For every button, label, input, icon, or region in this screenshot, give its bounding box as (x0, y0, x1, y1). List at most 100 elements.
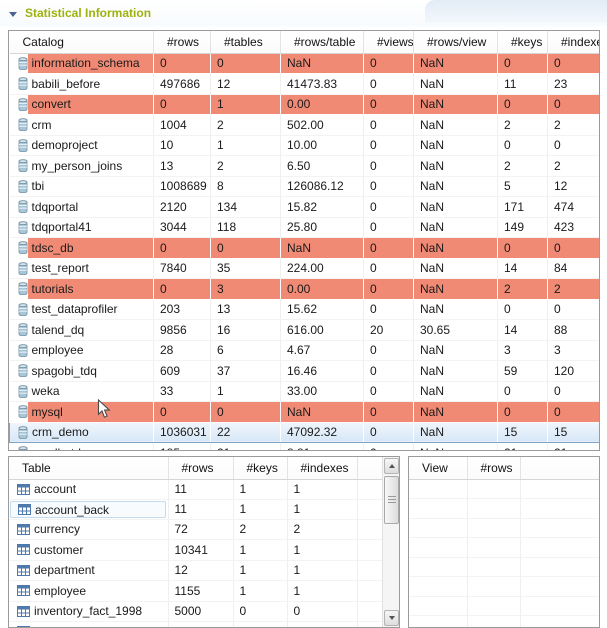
catalog-row-value-cell: 28 (154, 340, 211, 361)
view-row-empty (409, 616, 599, 628)
table-row-value-cell: 5000 (168, 601, 233, 622)
database-icon (18, 180, 28, 193)
scroll-thumb[interactable] (384, 476, 399, 524)
column-header[interactable]: Table (9, 457, 168, 479)
catalog-row[interactable]: talend_dq985616616.002030.651488 (10, 320, 600, 341)
table-row-value-cell: 12 (168, 560, 233, 581)
view-row-header: View#rows (409, 457, 599, 479)
catalog-row[interactable]: tdqportal212013415.820NaN171474 (10, 197, 600, 218)
section-header: Statistical Information (0, 0, 607, 26)
catalog-row-value-cell: 1 (211, 381, 281, 402)
table-row-name-cell: currency (9, 519, 168, 540)
catalog-row-value-cell: 15 (498, 422, 548, 443)
catalog-row[interactable]: weka33133.000NaN00 (10, 381, 600, 402)
catalog-row[interactable]: mysql00NaN0NaN00 (10, 402, 600, 423)
column-header (520, 457, 599, 479)
column-header[interactable]: #rows (154, 31, 211, 53)
table-row-value-cell: 1 (287, 560, 357, 581)
table-grid-icon (17, 565, 30, 576)
table-row[interactable]: employee115511 (9, 581, 382, 602)
catalog-row[interactable]: babili_before4976861241473.830NaN1123 (10, 74, 600, 95)
table-row[interactable]: position1811 (9, 622, 382, 628)
column-header[interactable]: #indexes (548, 31, 600, 53)
catalog-row-value-cell: 0 (154, 238, 211, 259)
catalog-row-value-cell: NaN (414, 299, 498, 320)
table-row[interactable]: inventory_fact_1998500000 (9, 601, 382, 622)
table-row-value-cell: 10341 (168, 540, 233, 561)
scroll-up-button[interactable] (384, 458, 399, 474)
table-row-value-cell (357, 519, 382, 540)
column-header[interactable]: View (409, 457, 467, 479)
table-row-name-cell: customer (9, 540, 168, 561)
catalog-row[interactable]: exodb_tdq185218.810NaN2121 (10, 443, 600, 452)
catalog-row[interactable]: tdqportal41304411825.800NaN149423 (10, 217, 600, 238)
column-header[interactable]: #views (364, 31, 414, 53)
table-row[interactable]: department1211 (9, 560, 382, 581)
catalog-row-value-cell: 13 (211, 299, 281, 320)
catalog-row-value-cell: NaN (414, 422, 498, 443)
catalog-row[interactable]: test_dataprofiler2031315.620NaN00 (10, 299, 600, 320)
table-row-name-cell: account (9, 479, 168, 500)
database-icon (18, 282, 28, 295)
catalog-row[interactable]: tutorials030.000NaN22 (10, 279, 600, 300)
table-grid-icon (17, 484, 30, 495)
catalog-row[interactable]: demoproject10110.000NaN00 (10, 135, 600, 156)
table-row-label: position (30, 622, 168, 628)
section-collapse-icon[interactable] (9, 12, 17, 17)
database-icon (18, 241, 28, 254)
catalog-row-value-cell: 423 (548, 217, 600, 238)
catalog-row-value-cell: 21 (548, 443, 600, 452)
catalog-row-value-cell: 0 (154, 402, 211, 423)
empty-cell (409, 479, 467, 499)
table-row-name-cell: position (9, 622, 168, 628)
catalog-row-value-cell: 0 (364, 176, 414, 197)
vertical-scrollbar[interactable] (382, 457, 399, 627)
column-header[interactable]: #rows (168, 457, 233, 479)
database-icon (18, 344, 28, 357)
catalog-row[interactable]: crm10042502.000NaN22 (10, 115, 600, 136)
catalog-row[interactable]: my_person_joins1326.500NaN22 (10, 156, 600, 177)
catalog-row-name-cell: exodb_tdq (10, 443, 154, 452)
catalog-row-value-cell: 0 (364, 135, 414, 156)
catalog-row-value-cell: 25.80 (281, 217, 364, 238)
catalog-row-value-cell: 35 (211, 258, 281, 279)
table-row-value-cell: 1 (287, 500, 357, 520)
catalog-row-value-cell: 0 (364, 94, 414, 115)
empty-cell (409, 596, 467, 616)
column-header[interactable]: #rows/view (414, 31, 498, 53)
column-header[interactable]: #tables (211, 31, 281, 53)
catalog-row[interactable]: tbi10086898126086.120NaN512 (10, 176, 600, 197)
scroll-down-button[interactable] (384, 610, 399, 626)
catalog-row[interactable]: tdsc_db00NaN0NaN00 (10, 238, 600, 259)
catalog-row-label: crm (28, 115, 154, 135)
catalog-row[interactable]: crm_demo10360312247092.320NaN1515 (10, 422, 600, 443)
catalog-row-value-cell: 47092.32 (281, 422, 364, 443)
catalog-row-label: my_person_joins (28, 156, 154, 176)
column-header[interactable]: #keys (498, 31, 548, 53)
view-row-empty (409, 557, 599, 577)
column-header[interactable]: #rows (467, 457, 520, 479)
column-header[interactable]: #indexes (287, 457, 357, 479)
database-icon (18, 426, 28, 439)
table-row[interactable]: customer1034111 (9, 540, 382, 561)
table-row-value-cell: 1 (287, 622, 357, 628)
table-row[interactable]: currency7222 (9, 519, 382, 540)
catalog-row-value-cell: 2 (211, 115, 281, 136)
catalog-row[interactable]: information_schema00NaN0NaN00 (10, 53, 600, 74)
catalog-row-value-cell: 30.65 (414, 320, 498, 341)
catalog-row-value-cell: 0 (364, 238, 414, 259)
catalog-row[interactable]: spagobi_tdq6093716.460NaN59120 (10, 361, 600, 382)
tables-statistics-table: Table#rows#keys#indexesaccount1111accoun… (8, 456, 400, 628)
catalog-row[interactable]: test_report784035224.000NaN1484 (10, 258, 600, 279)
column-header[interactable]: Catalog (10, 31, 154, 53)
catalog-row-value-cell: 7840 (154, 258, 211, 279)
catalog-row-label: talend_dq (28, 320, 154, 340)
catalog-row[interactable]: convert010.000NaN00 (10, 94, 600, 115)
catalog-row-label: tdqportal41 (28, 218, 154, 238)
table-row[interactable]: account_back1111 (9, 500, 382, 520)
column-header[interactable]: #keys (233, 457, 287, 479)
catalog-row[interactable]: employee2864.670NaN33 (10, 340, 600, 361)
catalog-row-name-cell: tdsc_db (10, 238, 154, 259)
table-row[interactable]: account1111 (9, 479, 382, 500)
column-header[interactable]: #rows/table (281, 31, 364, 53)
